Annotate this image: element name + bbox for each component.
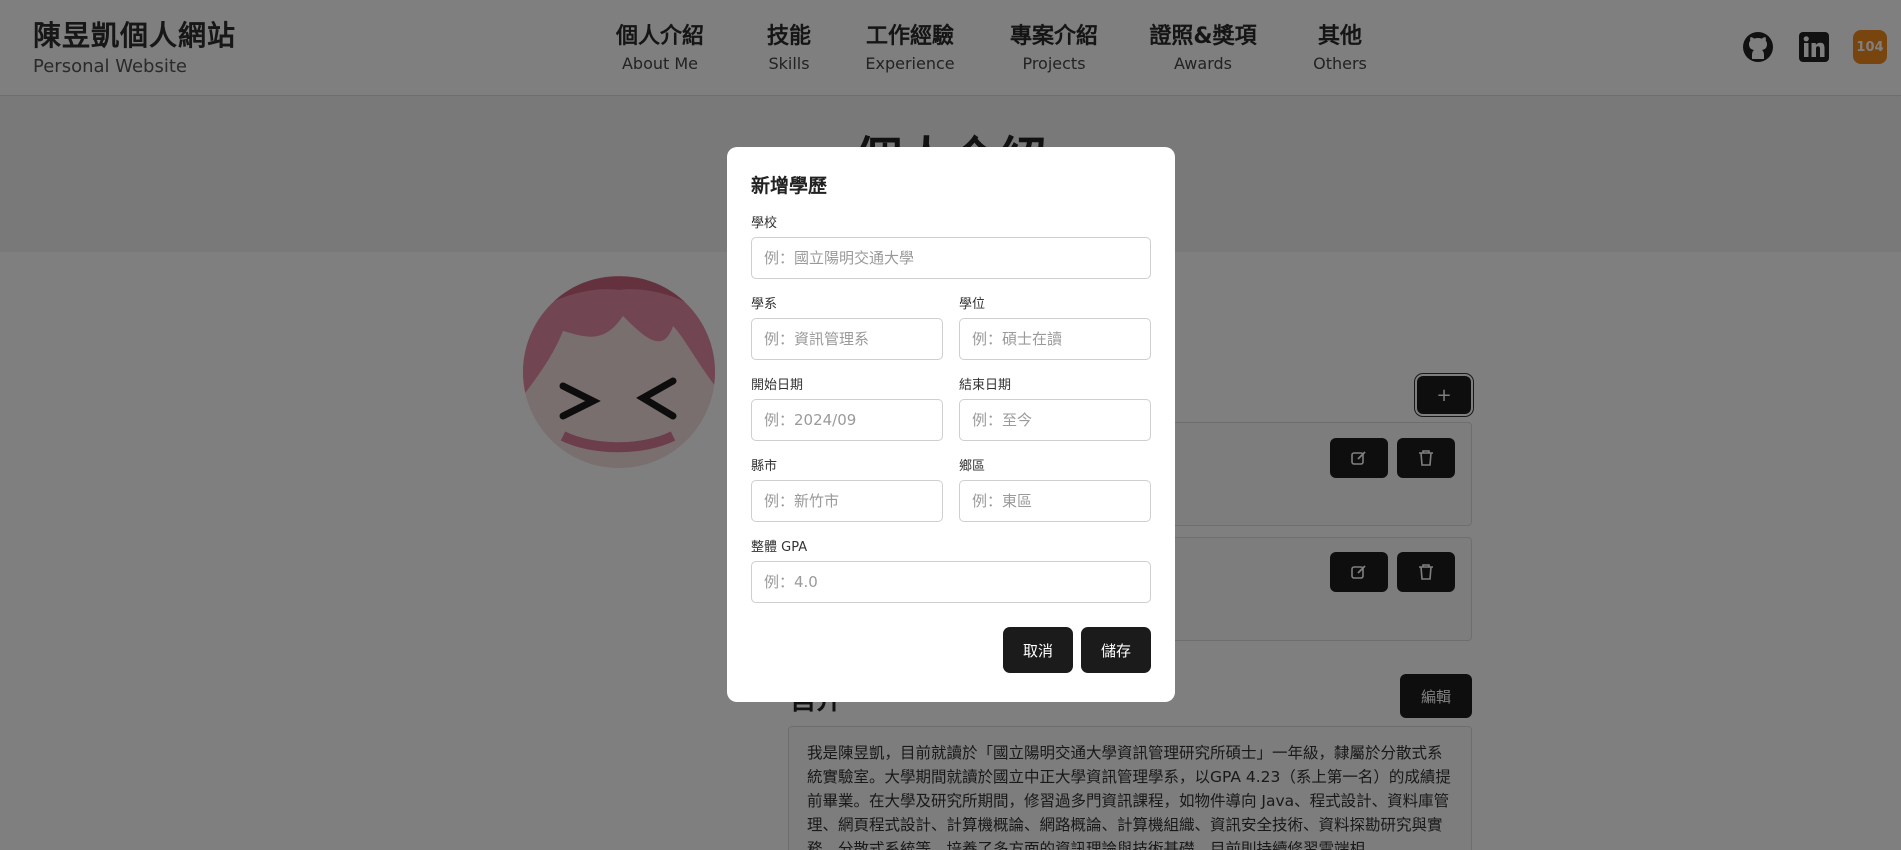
start-date-label: 開始日期	[751, 378, 804, 393]
modal-title: 新增學歷	[751, 175, 828, 197]
school-label: 學校	[751, 216, 778, 231]
save-button[interactable]: 儲存	[1080, 627, 1151, 673]
district-input[interactable]	[959, 480, 1151, 522]
cancel-button[interactable]: 取消	[1002, 627, 1073, 673]
school-input[interactable]	[751, 237, 1151, 279]
add-education-modal: 新增學歷 學校 學系 學位 開始日期 結束日期 縣市 鄉區	[727, 147, 1175, 702]
degree-input[interactable]	[959, 318, 1151, 360]
modal-actions: 取消 儲存	[751, 627, 1151, 673]
department-label: 學系	[751, 297, 778, 312]
city-label: 縣市	[751, 459, 778, 474]
end-date-label: 結束日期	[959, 378, 1012, 393]
department-input[interactable]	[751, 318, 943, 360]
city-input[interactable]	[751, 480, 943, 522]
gpa-label: 整體 GPA	[751, 540, 808, 555]
degree-label: 學位	[959, 297, 986, 312]
district-label: 鄉區	[959, 459, 986, 474]
end-date-input[interactable]	[959, 399, 1151, 441]
gpa-input[interactable]	[751, 561, 1151, 603]
start-date-input[interactable]	[751, 399, 943, 441]
